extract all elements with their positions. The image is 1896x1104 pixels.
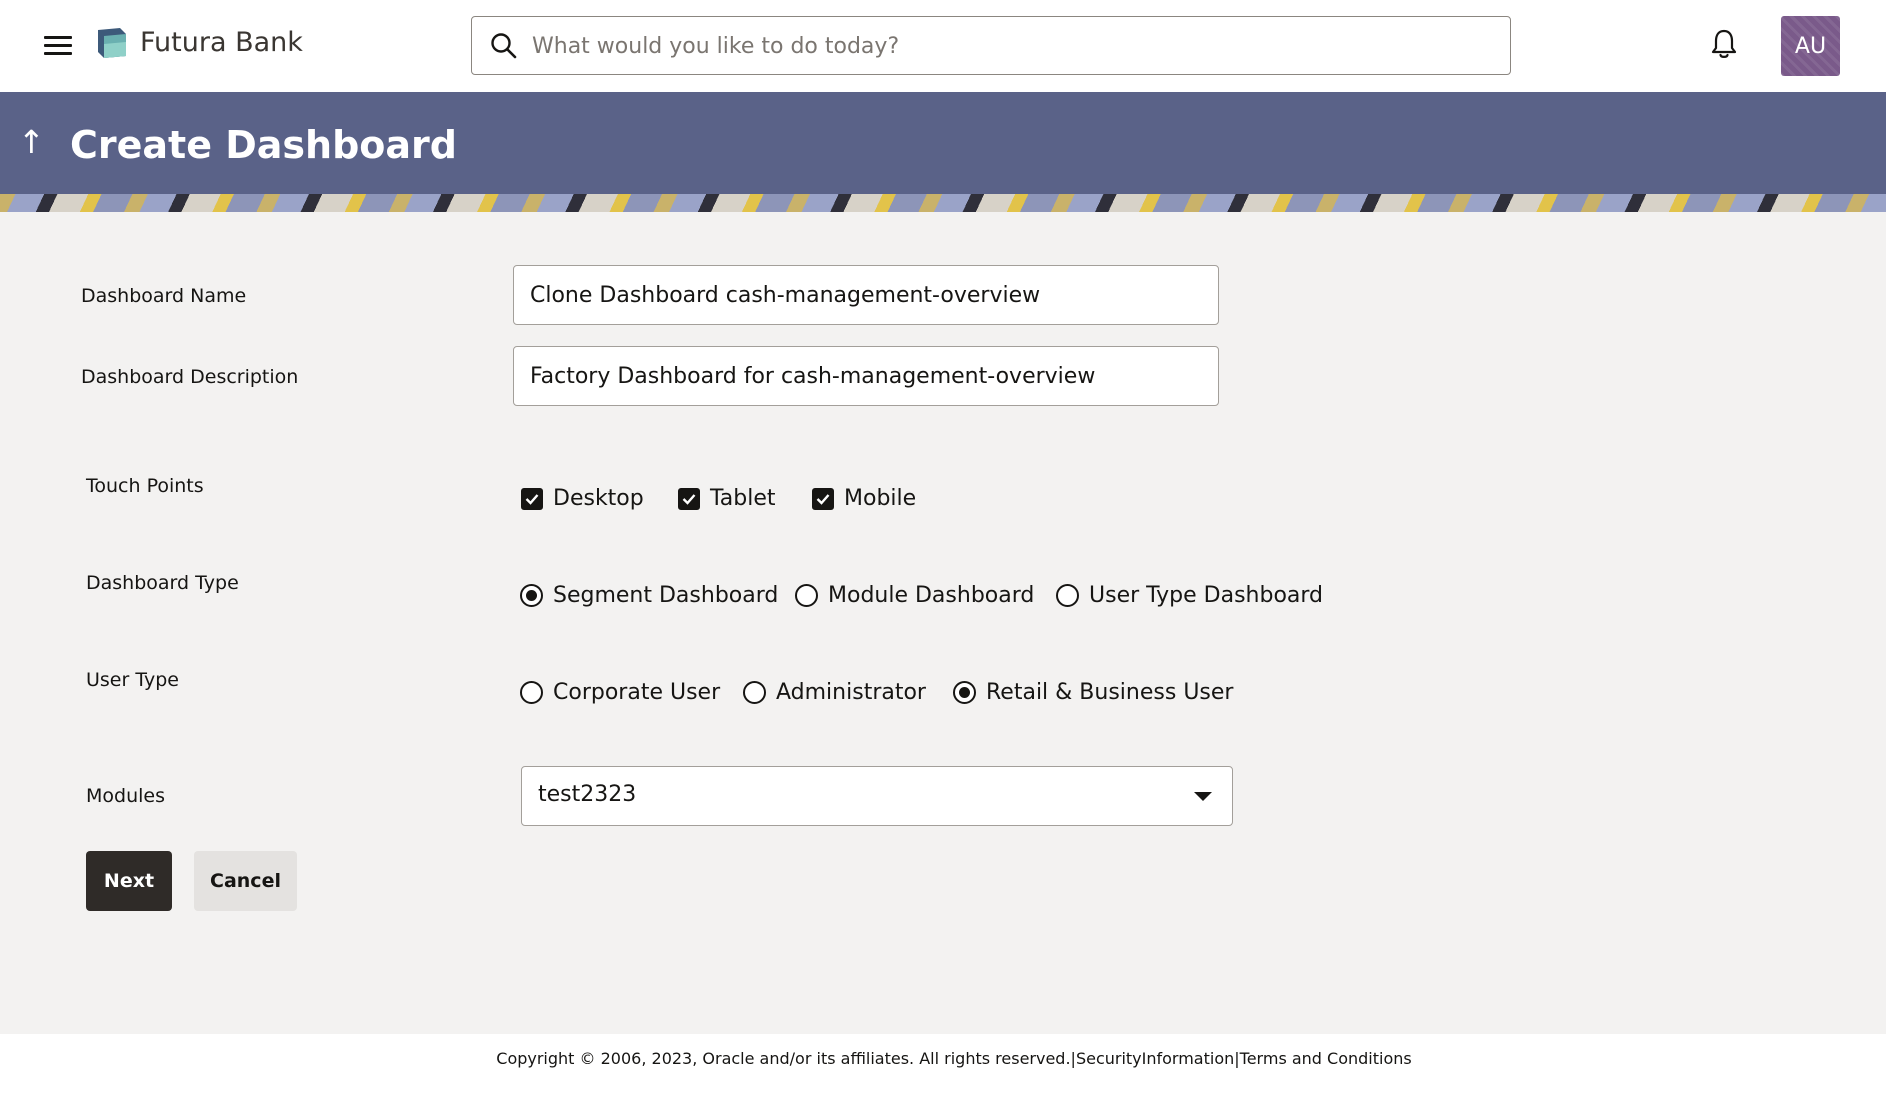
- create-dashboard-form: Dashboard Name Dashboard Description Tou…: [0, 212, 1886, 1034]
- dashboard-name-label: Dashboard Name: [81, 285, 247, 307]
- radio-unselected-icon[interactable]: [520, 681, 543, 704]
- dashboard-type-segment[interactable]: Segment Dashboard: [520, 583, 778, 608]
- dashboard-type-option-label: User Type Dashboard: [1089, 583, 1324, 608]
- radio-unselected-icon[interactable]: [743, 681, 766, 704]
- dashboard-type-option-label: Segment Dashboard: [553, 583, 779, 608]
- notification-bell-icon[interactable]: [1710, 28, 1738, 60]
- search-input[interactable]: [532, 27, 1492, 65]
- menu-icon[interactable]: [44, 34, 74, 58]
- dashboard-type-option-label: Module Dashboard: [828, 583, 1035, 608]
- dashboard-type-label: Dashboard Type: [86, 572, 239, 594]
- radio-unselected-icon[interactable]: [1056, 584, 1079, 607]
- user-type-option-label: Corporate User: [553, 680, 721, 705]
- touch-point-label: Desktop: [553, 486, 644, 511]
- terms-and-conditions-link[interactable]: Terms and Conditions: [1240, 1049, 1412, 1068]
- user-type-label: User Type: [86, 669, 179, 691]
- modules-selected-value: test2323: [538, 782, 637, 807]
- page-title: Create Dashboard: [70, 123, 457, 167]
- dashboard-name-input[interactable]: [514, 266, 1218, 324]
- checkbox-checked-icon[interactable]: [678, 487, 700, 510]
- touch-points-label: Touch Points: [86, 475, 204, 497]
- footer-text: Copyright © 2006, 2023, Oracle and/or it…: [12, 1049, 1896, 1068]
- dashboard-description-label: Dashboard Description: [81, 366, 299, 388]
- dashboard-name-field[interactable]: [513, 265, 1219, 325]
- back-arrow-icon[interactable]: ↑: [18, 122, 45, 162]
- touch-point-label: Mobile: [844, 486, 917, 511]
- user-type-corporate[interactable]: Corporate User: [520, 680, 720, 705]
- user-type-retail-business[interactable]: Retail & Business User: [953, 680, 1233, 705]
- dashboard-description-input[interactable]: [514, 347, 1218, 405]
- checkbox-checked-icon[interactable]: [812, 487, 834, 510]
- radio-selected-icon[interactable]: [520, 584, 543, 607]
- security-information-link[interactable]: SecurityInformation: [1076, 1049, 1234, 1068]
- touch-point-desktop[interactable]: Desktop: [521, 486, 644, 511]
- touch-point-tablet[interactable]: Tablet: [678, 486, 776, 511]
- user-type-administrator[interactable]: Administrator: [743, 680, 926, 705]
- user-type-option-label: Administrator: [776, 680, 926, 705]
- dashboard-description-field[interactable]: [513, 346, 1219, 406]
- search-bar[interactable]: [471, 16, 1511, 75]
- copyright-text: Copyright © 2006, 2023, Oracle and/or it…: [496, 1049, 1076, 1068]
- radio-unselected-icon[interactable]: [795, 584, 818, 607]
- next-button[interactable]: Next: [86, 851, 172, 911]
- chevron-down-icon[interactable]: [1194, 792, 1212, 801]
- touch-point-label: Tablet: [710, 486, 776, 511]
- top-bar: Futura Bank AU: [0, 0, 1896, 92]
- checkbox-checked-icon[interactable]: [521, 487, 543, 510]
- banner-decoration: [0, 194, 1886, 212]
- futura-bank-logo-icon: [98, 28, 126, 58]
- dashboard-type-user-type[interactable]: User Type Dashboard: [1056, 583, 1323, 608]
- modules-dropdown[interactable]: test2323: [521, 766, 1233, 826]
- search-icon: [491, 33, 517, 59]
- footer: Copyright © 2006, 2023, Oracle and/or it…: [12, 1034, 1896, 1084]
- brand-name: Futura Bank: [140, 27, 303, 58]
- radio-selected-icon[interactable]: [953, 681, 976, 704]
- user-avatar[interactable]: AU: [1781, 16, 1840, 76]
- touch-point-mobile[interactable]: Mobile: [812, 486, 916, 511]
- page-banner: ↑ Create Dashboard: [0, 92, 1886, 212]
- cancel-button[interactable]: Cancel: [194, 851, 297, 911]
- dashboard-type-module[interactable]: Module Dashboard: [795, 583, 1034, 608]
- modules-label: Modules: [86, 785, 165, 807]
- user-type-option-label: Retail & Business User: [986, 680, 1234, 705]
